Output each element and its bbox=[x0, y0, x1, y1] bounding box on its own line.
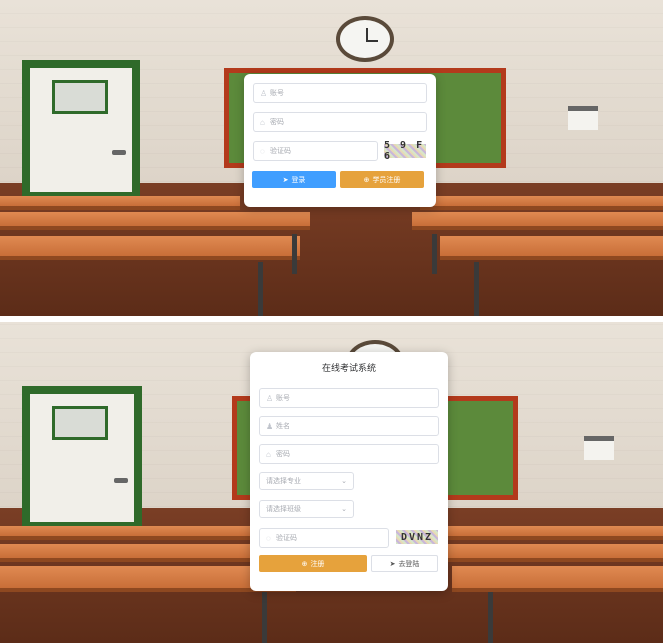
password-field[interactable]: ⌂ 密码 bbox=[259, 444, 439, 464]
register-screen: 在线考试系统 ♙ 账号 ♟ 姓名 ⌂ 密码 请选择专业 ⌄ 请选择班级 ⌄ ◌ … bbox=[0, 322, 663, 643]
captcha-field[interactable]: ◌ 验证码 bbox=[259, 528, 389, 548]
name-field[interactable]: ♟ 姓名 bbox=[259, 416, 439, 436]
captcha-image[interactable]: 5 9 F 6 bbox=[384, 140, 426, 162]
page-title: 在线考试系统 bbox=[321, 363, 376, 373]
shield-icon: ◌ bbox=[266, 533, 271, 543]
go-login-button[interactable]: ➤ 去登陆 bbox=[371, 555, 438, 572]
captcha-field[interactable]: ◌ 验证码 bbox=[253, 141, 378, 161]
login-button[interactable]: ➤ 登录 bbox=[252, 171, 336, 188]
user-icon: ♙ bbox=[266, 393, 274, 403]
login-card: ♙ 账号 ⌂ 密码 ◌ 验证码 5 9 F 6 ➤ 登录 ⊕ 学员注册 bbox=[244, 74, 436, 207]
plus-circle-icon: ⊕ bbox=[301, 560, 308, 568]
class-select[interactable]: 请选择班级 ⌄ bbox=[259, 500, 354, 518]
lock-icon: ⌂ bbox=[266, 449, 271, 459]
send-icon: ➤ bbox=[282, 176, 289, 184]
major-select[interactable]: 请选择专业 ⌄ bbox=[259, 472, 354, 490]
account-field[interactable]: ♙ 账号 bbox=[259, 388, 439, 408]
door bbox=[22, 386, 142, 530]
register-card: 在线考试系统 ♙ 账号 ♟ 姓名 ⌂ 密码 请选择专业 ⌄ 请选择班级 ⌄ ◌ … bbox=[250, 352, 448, 591]
plus-circle-icon: ⊕ bbox=[363, 176, 370, 184]
register-button[interactable]: ⊕ 学员注册 bbox=[340, 171, 424, 188]
register-button[interactable]: ⊕ 注册 bbox=[259, 555, 367, 572]
chevron-down-icon: ⌄ bbox=[341, 478, 347, 485]
login-screen: ♙ 账号 ⌂ 密码 ◌ 验证码 5 9 F 6 ➤ 登录 ⊕ 学员注册 bbox=[0, 0, 663, 316]
shield-icon: ◌ bbox=[260, 146, 265, 156]
send-icon: ➤ bbox=[389, 560, 396, 568]
person-icon: ♟ bbox=[266, 421, 274, 431]
user-icon: ♙ bbox=[260, 88, 268, 98]
door bbox=[22, 60, 140, 200]
password-field[interactable]: ⌂ 密码 bbox=[253, 112, 427, 132]
clock bbox=[336, 16, 394, 62]
captcha-image[interactable]: DVNZ bbox=[396, 530, 438, 544]
chevron-down-icon: ⌄ bbox=[341, 506, 347, 513]
lock-icon: ⌂ bbox=[260, 117, 265, 127]
account-field[interactable]: ♙ 账号 bbox=[253, 83, 427, 103]
